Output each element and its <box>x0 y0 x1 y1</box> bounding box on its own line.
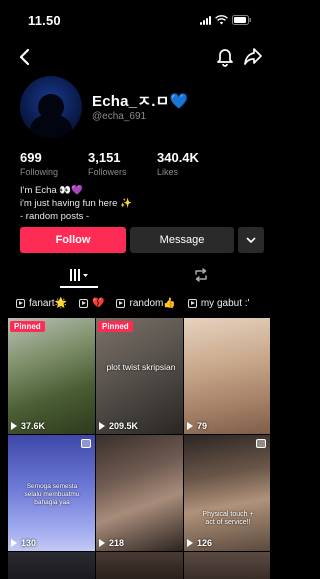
message-button[interactable]: Message <box>130 227 234 253</box>
bio-line: - random posts - <box>20 211 90 222</box>
video-caption: Semoga semesta selalu membuatmu bahagia … <box>24 483 80 506</box>
view-count-value: 130 <box>21 538 37 548</box>
playlists-row: fanart🌟 💔 random👍 my gabut :' <box>0 292 272 314</box>
tab-reposts[interactable] <box>186 262 216 288</box>
view-count: 130 <box>11 538 36 548</box>
playlist-label: random👍 <box>129 297 176 309</box>
grid-icon <box>70 269 88 281</box>
status-icons <box>200 15 252 25</box>
back-arrow-icon[interactable] <box>14 46 36 68</box>
tab-videos[interactable] <box>58 262 98 288</box>
status-time: 11.50 <box>28 12 61 28</box>
play-icon <box>99 539 105 547</box>
video-thumbnail[interactable] <box>184 552 270 579</box>
stat-followers[interactable]: 3,151 Followers <box>88 150 127 177</box>
stat-label: Likes <box>157 167 179 177</box>
username: @echa_691 <box>92 111 147 122</box>
playlist-item[interactable]: 💔 <box>79 292 104 314</box>
play-icon <box>187 539 193 547</box>
play-icon <box>11 422 17 430</box>
pinned-badge: Pinned <box>10 321 45 332</box>
playlist-item[interactable]: random👍 <box>116 292 176 314</box>
stat-likes[interactable]: 340.4K Likes <box>157 150 199 177</box>
more-options-button[interactable] <box>238 227 264 253</box>
stat-value: 3,151 <box>88 150 121 165</box>
video-thumbnail[interactable]: Physical touch + act of service!! 126 <box>184 435 270 551</box>
playlist-icon <box>116 298 126 308</box>
playlist-label: my gabut :' <box>200 297 250 309</box>
active-tab-indicator <box>60 286 98 288</box>
view-count: 209.5K <box>99 421 138 431</box>
play-icon <box>187 422 193 430</box>
top-nav <box>0 42 272 72</box>
video-caption: plot twist skripsian <box>106 362 176 372</box>
video-thumbnail[interactable]: 79 <box>184 318 270 434</box>
profile-tabs <box>0 262 272 288</box>
video-thumbnail[interactable] <box>8 552 95 579</box>
battery-icon <box>232 15 251 25</box>
status-bar: 11.50 <box>0 0 272 40</box>
play-icon <box>99 422 105 430</box>
stat-value: 699 <box>20 150 42 165</box>
bio-line: I'm Echa 👀💜 <box>20 185 83 196</box>
view-count: 37.6K <box>11 421 45 431</box>
photo-carousel-icon <box>81 439 91 448</box>
video-thumbnail[interactable] <box>96 552 183 579</box>
video-thumbnail[interactable]: Semoga semesta selalu membuatmu bahagia … <box>8 435 95 551</box>
stat-label: Followers <box>88 167 127 177</box>
video-caption: Physical touch + act of service!! <box>202 511 254 526</box>
view-count: 79 <box>187 421 207 431</box>
view-count-value: 218 <box>109 538 125 548</box>
bio-line: i'm just having fun here ✨ <box>20 198 132 209</box>
stats-row: 699 Following 3,151 Followers 340.4K Lik… <box>20 150 260 180</box>
view-count-value: 79 <box>197 421 208 431</box>
stat-value: 340.4K <box>157 150 199 165</box>
signal-icon <box>200 15 211 25</box>
stat-label: Following <box>20 167 59 177</box>
follow-button[interactable]: Follow <box>20 227 126 253</box>
view-count-value: 126 <box>197 538 213 548</box>
view-count-value: 37.6K <box>21 421 46 431</box>
video-grid: Pinned 37.6K Pinned plot twist skripsian… <box>8 318 270 579</box>
view-count: 218 <box>99 538 124 548</box>
photo-carousel-icon <box>256 439 266 448</box>
repost-icon <box>195 268 207 282</box>
video-thumbnail[interactable]: Pinned plot twist skripsian 209.5K <box>96 318 183 434</box>
profile-actions: Follow Message <box>20 227 264 253</box>
view-count: 126 <box>187 538 212 548</box>
stat-following[interactable]: 699 Following <box>20 150 58 177</box>
view-count-value: 209.5K <box>109 421 139 431</box>
display-name: Echa_ㅈ.ㅁ💙 <box>92 93 189 110</box>
avatar-silhouette-body <box>30 114 72 138</box>
avatar[interactable] <box>20 76 82 138</box>
playlist-item[interactable]: my gabut :' <box>187 292 250 314</box>
playlist-icon <box>79 298 89 308</box>
playlist-label: 💔 <box>92 297 105 309</box>
playlist-icon <box>187 298 197 308</box>
play-icon <box>11 539 17 547</box>
chevron-down-icon <box>246 237 256 243</box>
video-thumbnail[interactable]: 218 <box>96 435 183 551</box>
video-thumbnail[interactable]: Pinned 37.6K <box>8 318 95 434</box>
share-icon[interactable] <box>242 45 264 67</box>
pinned-badge: Pinned <box>98 321 133 332</box>
playlist-item[interactable]: fanart🌟 <box>16 292 67 314</box>
bio: I'm Echa 👀💜 i'm just having fun here ✨ -… <box>20 184 260 223</box>
bell-icon[interactable] <box>214 45 236 67</box>
playlist-label: fanart🌟 <box>29 297 68 309</box>
wifi-icon <box>215 15 228 25</box>
playlist-icon <box>16 298 25 308</box>
